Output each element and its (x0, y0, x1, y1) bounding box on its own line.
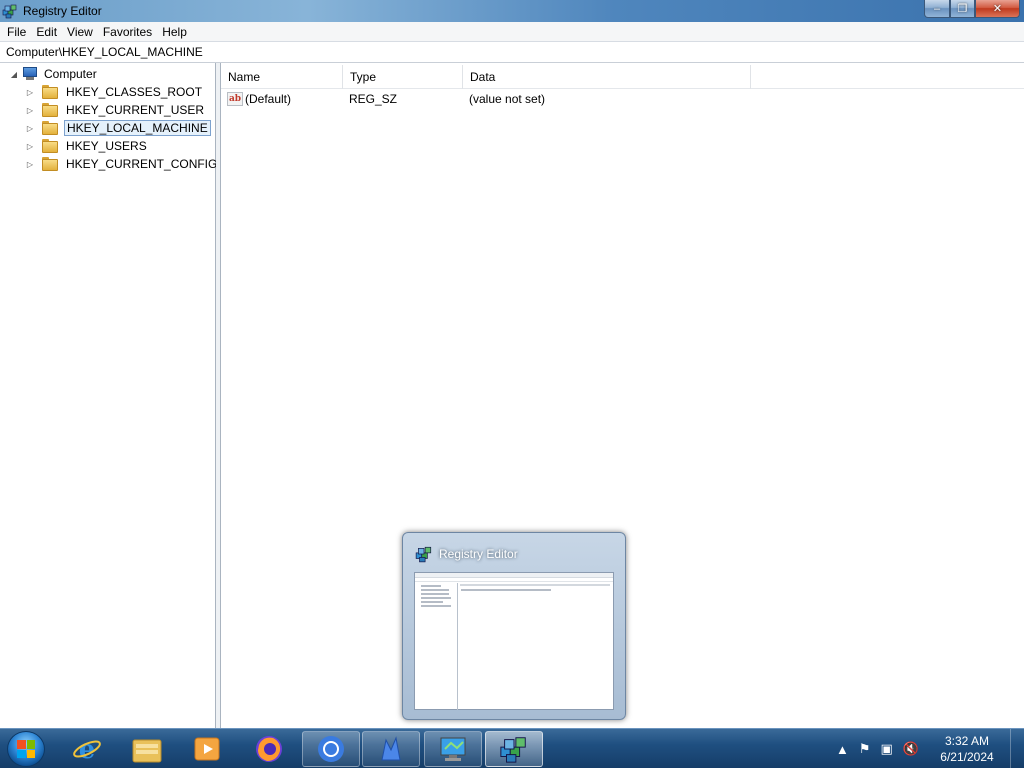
folder-icon (42, 121, 58, 135)
key-tree-pane[interactable]: ◢ Computer ▷ HKEY_CLASSES_ROOT ▷ HKEY_CU… (0, 63, 219, 728)
taskbar-file-explorer[interactable] (118, 731, 176, 767)
tree-item-hkey-current-user[interactable]: ▷ HKEY_CURRENT_USER (26, 101, 206, 119)
string-value-icon: ab (227, 92, 243, 106)
expand-arrow-icon[interactable]: ▷ (26, 106, 34, 115)
thumbnail-header-line (460, 584, 610, 586)
show-hidden-icons-icon[interactable]: ▲ (836, 742, 849, 757)
network-icon[interactable]: ▣ (881, 741, 893, 757)
taskbar-chrome[interactable] (302, 731, 360, 767)
preview-title: Registry Editor (439, 547, 518, 561)
tree-item-label: HKEY_CURRENT_USER (66, 103, 205, 117)
title-bar[interactable]: Registry Editor – ❐ ✕ (0, 0, 1024, 22)
tree-item-label: HKEY_CURRENT_CONFIG (66, 157, 218, 171)
column-header-type[interactable]: Type (343, 65, 463, 89)
value-type: REG_SZ (349, 92, 398, 106)
taskbar-firefox[interactable] (240, 731, 298, 767)
chrome-icon (318, 736, 344, 762)
thumbnail-line (421, 589, 449, 591)
registry-editor-icon (415, 546, 432, 563)
preview-title-bar: Registry Editor (415, 545, 518, 563)
taskbar-app-blue[interactable] (362, 731, 420, 767)
blue-app-icon (381, 736, 401, 761)
menu-favorites[interactable]: Favorites (98, 25, 157, 39)
expand-arrow-icon[interactable]: ▷ (26, 160, 34, 169)
thumbnail-line (421, 597, 451, 599)
svg-text:e: e (79, 735, 96, 765)
menu-view[interactable]: View (62, 25, 98, 39)
list-header: Name Type Data (221, 65, 1024, 89)
column-header-data[interactable]: Data (463, 65, 751, 89)
window-controls: – ❐ ✕ (924, 0, 1020, 18)
address-path: Computer\HKEY_LOCAL_MACHINE (6, 45, 203, 59)
windows-logo-icon (17, 740, 35, 758)
tree-item-label: Computer (44, 67, 97, 81)
tree-item-hkey-current-config[interactable]: ▷ HKEY_CURRENT_CONFIG (26, 155, 219, 173)
close-button[interactable]: ✕ (975, 0, 1020, 18)
close-icon: ✕ (992, 3, 1003, 15)
start-button[interactable] (7, 731, 45, 767)
monitor-icon (440, 737, 466, 761)
minimize-icon: – (933, 2, 941, 15)
column-header-name[interactable]: Name (221, 65, 343, 89)
tree-item-label: HKEY_LOCAL_MACHINE (64, 120, 211, 136)
expand-arrow-icon[interactable]: ▷ (26, 88, 34, 97)
show-desktop-button[interactable] (1010, 729, 1024, 768)
media-player-icon (194, 737, 220, 761)
thumbnail-tree-pane (415, 583, 458, 710)
clock-date: 6/21/2024 (940, 750, 994, 764)
maximize-button[interactable]: ❐ (950, 0, 975, 18)
tree-item-computer[interactable]: ◢ Computer (10, 65, 99, 83)
taskbar-thumbnail-preview[interactable]: Registry Editor (402, 532, 626, 720)
expand-arrow-icon[interactable]: ▷ (26, 142, 34, 151)
tree-item-hkey-local-machine[interactable]: ▷ HKEY_LOCAL_MACHINE (26, 119, 211, 137)
minimize-button[interactable]: – (924, 0, 950, 18)
value-name: (Default) (245, 92, 292, 106)
folder-icon (42, 157, 58, 171)
tree-item-label: HKEY_USERS (66, 139, 147, 153)
internet-explorer-icon: e (73, 735, 101, 765)
firefox-icon (256, 736, 282, 762)
taskbar: e ▲ ⚑ ▣ 🔇 3:32 AM 6/21/2024 (0, 728, 1024, 768)
system-tray: ▲ ⚑ ▣ 🔇 3:32 AM 6/21/2024 (831, 729, 1024, 768)
menu-bar: File Edit View Favorites Help (0, 22, 1024, 42)
thumbnail-line (421, 605, 451, 607)
taskbar-media-player[interactable] (178, 731, 236, 767)
menu-edit[interactable]: Edit (31, 25, 62, 39)
expand-arrow-icon[interactable]: ▷ (26, 124, 34, 133)
thumbnail-line (421, 585, 441, 587)
computer-icon (22, 67, 38, 81)
collapse-arrow-icon[interactable]: ◢ (10, 70, 18, 79)
value-data: (value not set) (469, 92, 546, 106)
table-row[interactable]: ab (Default) REG_SZ (value not set) (221, 89, 669, 109)
tree-item-hkey-classes-root[interactable]: ▷ HKEY_CLASSES_ROOT (26, 83, 204, 101)
thumbnail-line (421, 593, 449, 595)
taskbar-internet-explorer[interactable]: e (58, 731, 116, 767)
preview-window-thumbnail[interactable] (414, 572, 614, 710)
address-bar[interactable]: Computer\HKEY_LOCAL_MACHINE (0, 42, 1024, 63)
taskbar-monitor-app[interactable] (424, 731, 482, 767)
menu-file[interactable]: File (2, 25, 31, 39)
folder-icon (132, 739, 162, 763)
action-center-flag-icon[interactable]: ⚑ (859, 741, 871, 757)
menu-help[interactable]: Help (157, 25, 192, 39)
tree-item-label: HKEY_CLASSES_ROOT (66, 85, 203, 99)
thumbnail-row-line (461, 589, 551, 591)
registry-editor-icon (2, 4, 17, 19)
folder-icon (42, 139, 58, 153)
window-title: Registry Editor (23, 4, 102, 18)
clock[interactable]: 3:32 AM 6/21/2024 (928, 733, 1006, 765)
folder-icon (42, 103, 58, 117)
restore-icon: ❐ (957, 3, 968, 15)
registry-editor-icon (500, 737, 526, 763)
tree-item-hkey-users[interactable]: ▷ HKEY_USERS (26, 137, 149, 155)
folder-icon (42, 85, 58, 99)
volume-muted-icon[interactable]: 🔇 (903, 741, 919, 757)
taskbar-registry-editor[interactable] (485, 731, 543, 767)
thumbnail-address-strip (415, 578, 613, 582)
clock-time: 3:32 AM (944, 734, 990, 748)
thumbnail-line (421, 601, 443, 603)
